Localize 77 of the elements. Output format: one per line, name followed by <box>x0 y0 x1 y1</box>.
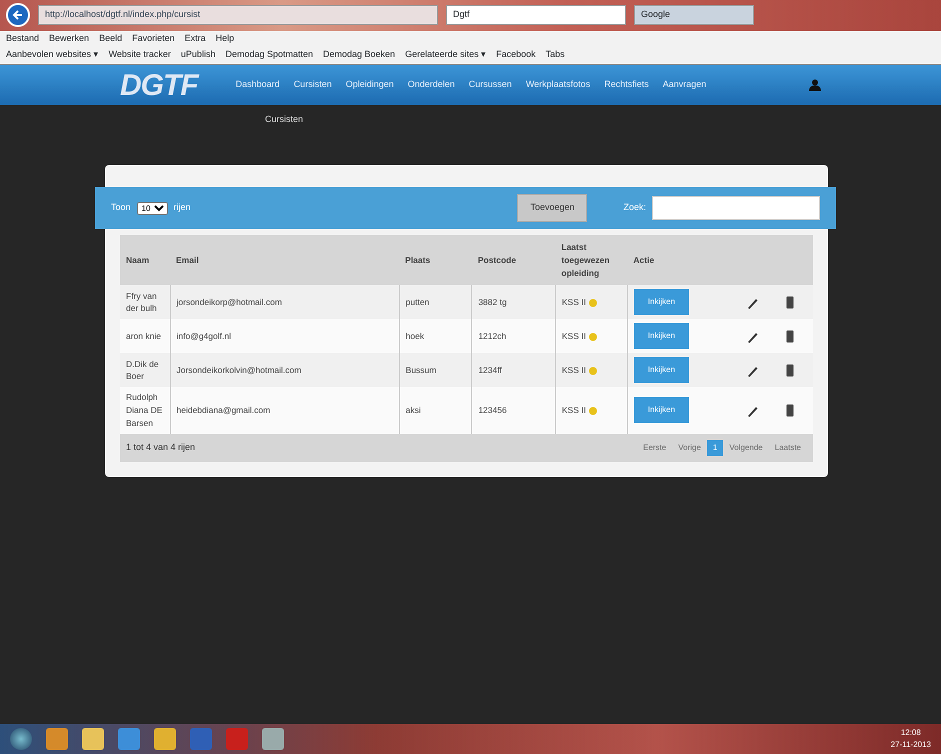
table-info: 1 tot 4 van 4 rijen <box>126 440 196 454</box>
table-cell: KSS II <box>562 364 586 375</box>
taskbar-app-icon[interactable] <box>154 728 176 750</box>
taskbar-app-icon[interactable] <box>82 728 104 750</box>
table-cell: 1234ff <box>472 353 556 388</box>
nav-link[interactable]: Onderdelen <box>408 78 455 92</box>
menu-item[interactable]: Favorieten <box>132 32 175 46</box>
logo: DGTF <box>120 68 198 104</box>
taskbar-app-icon[interactable] <box>46 728 68 750</box>
browser-tab[interactable]: Dgtf <box>446 5 626 25</box>
search-label: Zoek: <box>623 201 646 214</box>
table-cell: hoek <box>399 319 472 354</box>
table-cell: heidebdiana@gmail.com <box>170 387 400 434</box>
column-header[interactable]: Actie <box>627 235 813 286</box>
table-cell: jorsondeikorp@hotmail.com <box>170 285 400 320</box>
length-select[interactable]: 10 <box>136 202 168 214</box>
column-header[interactable]: Email <box>170 235 400 286</box>
favorite-link[interactable]: Demodag Boeken <box>323 48 396 61</box>
favorite-link[interactable]: Facebook <box>496 48 536 61</box>
pagination-link[interactable]: Eerste <box>637 440 672 456</box>
table-cell: aksi <box>399 387 472 434</box>
menu-item[interactable]: Bestand <box>6 32 40 46</box>
table-cell: KSS II <box>562 330 586 341</box>
favorite-link[interactable]: Tabs <box>546 48 565 61</box>
favorite-link[interactable]: uPublish <box>180 48 216 61</box>
add-button[interactable]: Toevoegen <box>517 194 588 222</box>
taskbar-app-icon[interactable] <box>226 728 248 750</box>
user-icon <box>809 79 821 91</box>
subnav-link[interactable]: Cursisten <box>265 114 304 124</box>
length-label: Toon <box>111 201 131 214</box>
table-cell: KSS II <box>562 405 586 415</box>
menu-item[interactable]: Bewerken <box>49 32 90 46</box>
pagination-link[interactable]: Vorige <box>672 440 707 456</box>
search-field[interactable] <box>652 196 820 220</box>
table-cell: 3882 tg <box>472 285 556 320</box>
taskbar-app-icon[interactable] <box>118 728 140 750</box>
column-header[interactable]: Laatst toegewezen opleiding <box>555 235 628 286</box>
menu-item[interactable]: Extra <box>184 32 206 46</box>
table-cell: info@g4golf.nl <box>170 319 400 354</box>
table-cell: 1212ch <box>472 319 556 354</box>
nav-link[interactable]: Cursussen <box>468 78 512 92</box>
clock-time: 12:08 <box>900 727 922 739</box>
table-cell: 123456 <box>472 387 556 434</box>
browser-tab[interactable]: Google <box>634 5 754 25</box>
nav-link[interactable]: Aanvragen <box>662 78 706 92</box>
nav-link[interactable]: Werkplaatsfotos <box>526 78 590 92</box>
favorite-link[interactable]: Gerelateerde sites ▾ <box>405 48 486 61</box>
start-button[interactable] <box>10 728 32 750</box>
table-cell: Ffry van der bulh <box>120 285 170 320</box>
table-cell: Jorsondeikorkolvin@hotmail.com <box>170 353 400 388</box>
nav-link[interactable]: Opleidingen <box>346 78 394 92</box>
nav-link[interactable]: Cursisten <box>294 78 332 92</box>
table-cell: aron knie <box>120 319 170 354</box>
pagination-link[interactable]: Laatste <box>768 440 807 456</box>
column-header[interactable]: Naam <box>120 235 170 286</box>
menu-item[interactable]: Help <box>216 32 234 46</box>
table-cell: Rudolph Diana DE Barsen <box>120 387 170 434</box>
length-label: rijen <box>174 201 191 214</box>
favorite-link[interactable]: Demodag Spotmatten <box>225 48 314 61</box>
taskbar-app-icon[interactable] <box>262 728 284 750</box>
column-header[interactable]: Postcode <box>472 235 556 286</box>
favorite-link[interactable]: Aanbevolen websites ▾ <box>6 48 99 61</box>
column-header[interactable]: Plaats <box>399 235 472 286</box>
favorite-link[interactable]: Website tracker <box>108 48 171 61</box>
menu-item[interactable]: Beeld <box>99 32 122 46</box>
back-button[interactable] <box>6 3 30 27</box>
arrow-icon <box>12 9 24 21</box>
table-cell: D.Dik de Boer <box>120 353 170 388</box>
table-cell: Bussum <box>399 353 472 388</box>
taskbar-app-icon[interactable] <box>190 728 212 750</box>
nav-link[interactable]: Rechtsfiets <box>604 78 649 92</box>
table-cell: KSS II <box>562 296 586 307</box>
pagination-link[interactable]: Volgende <box>723 440 769 456</box>
table-cell: putten <box>399 285 472 320</box>
nav-link[interactable]: Dashboard <box>236 78 280 92</box>
address-field[interactable]: http://localhost/dgtf.nl/index.php/cursist <box>38 5 438 25</box>
clock-date: 27-11-2013 <box>890 739 931 751</box>
